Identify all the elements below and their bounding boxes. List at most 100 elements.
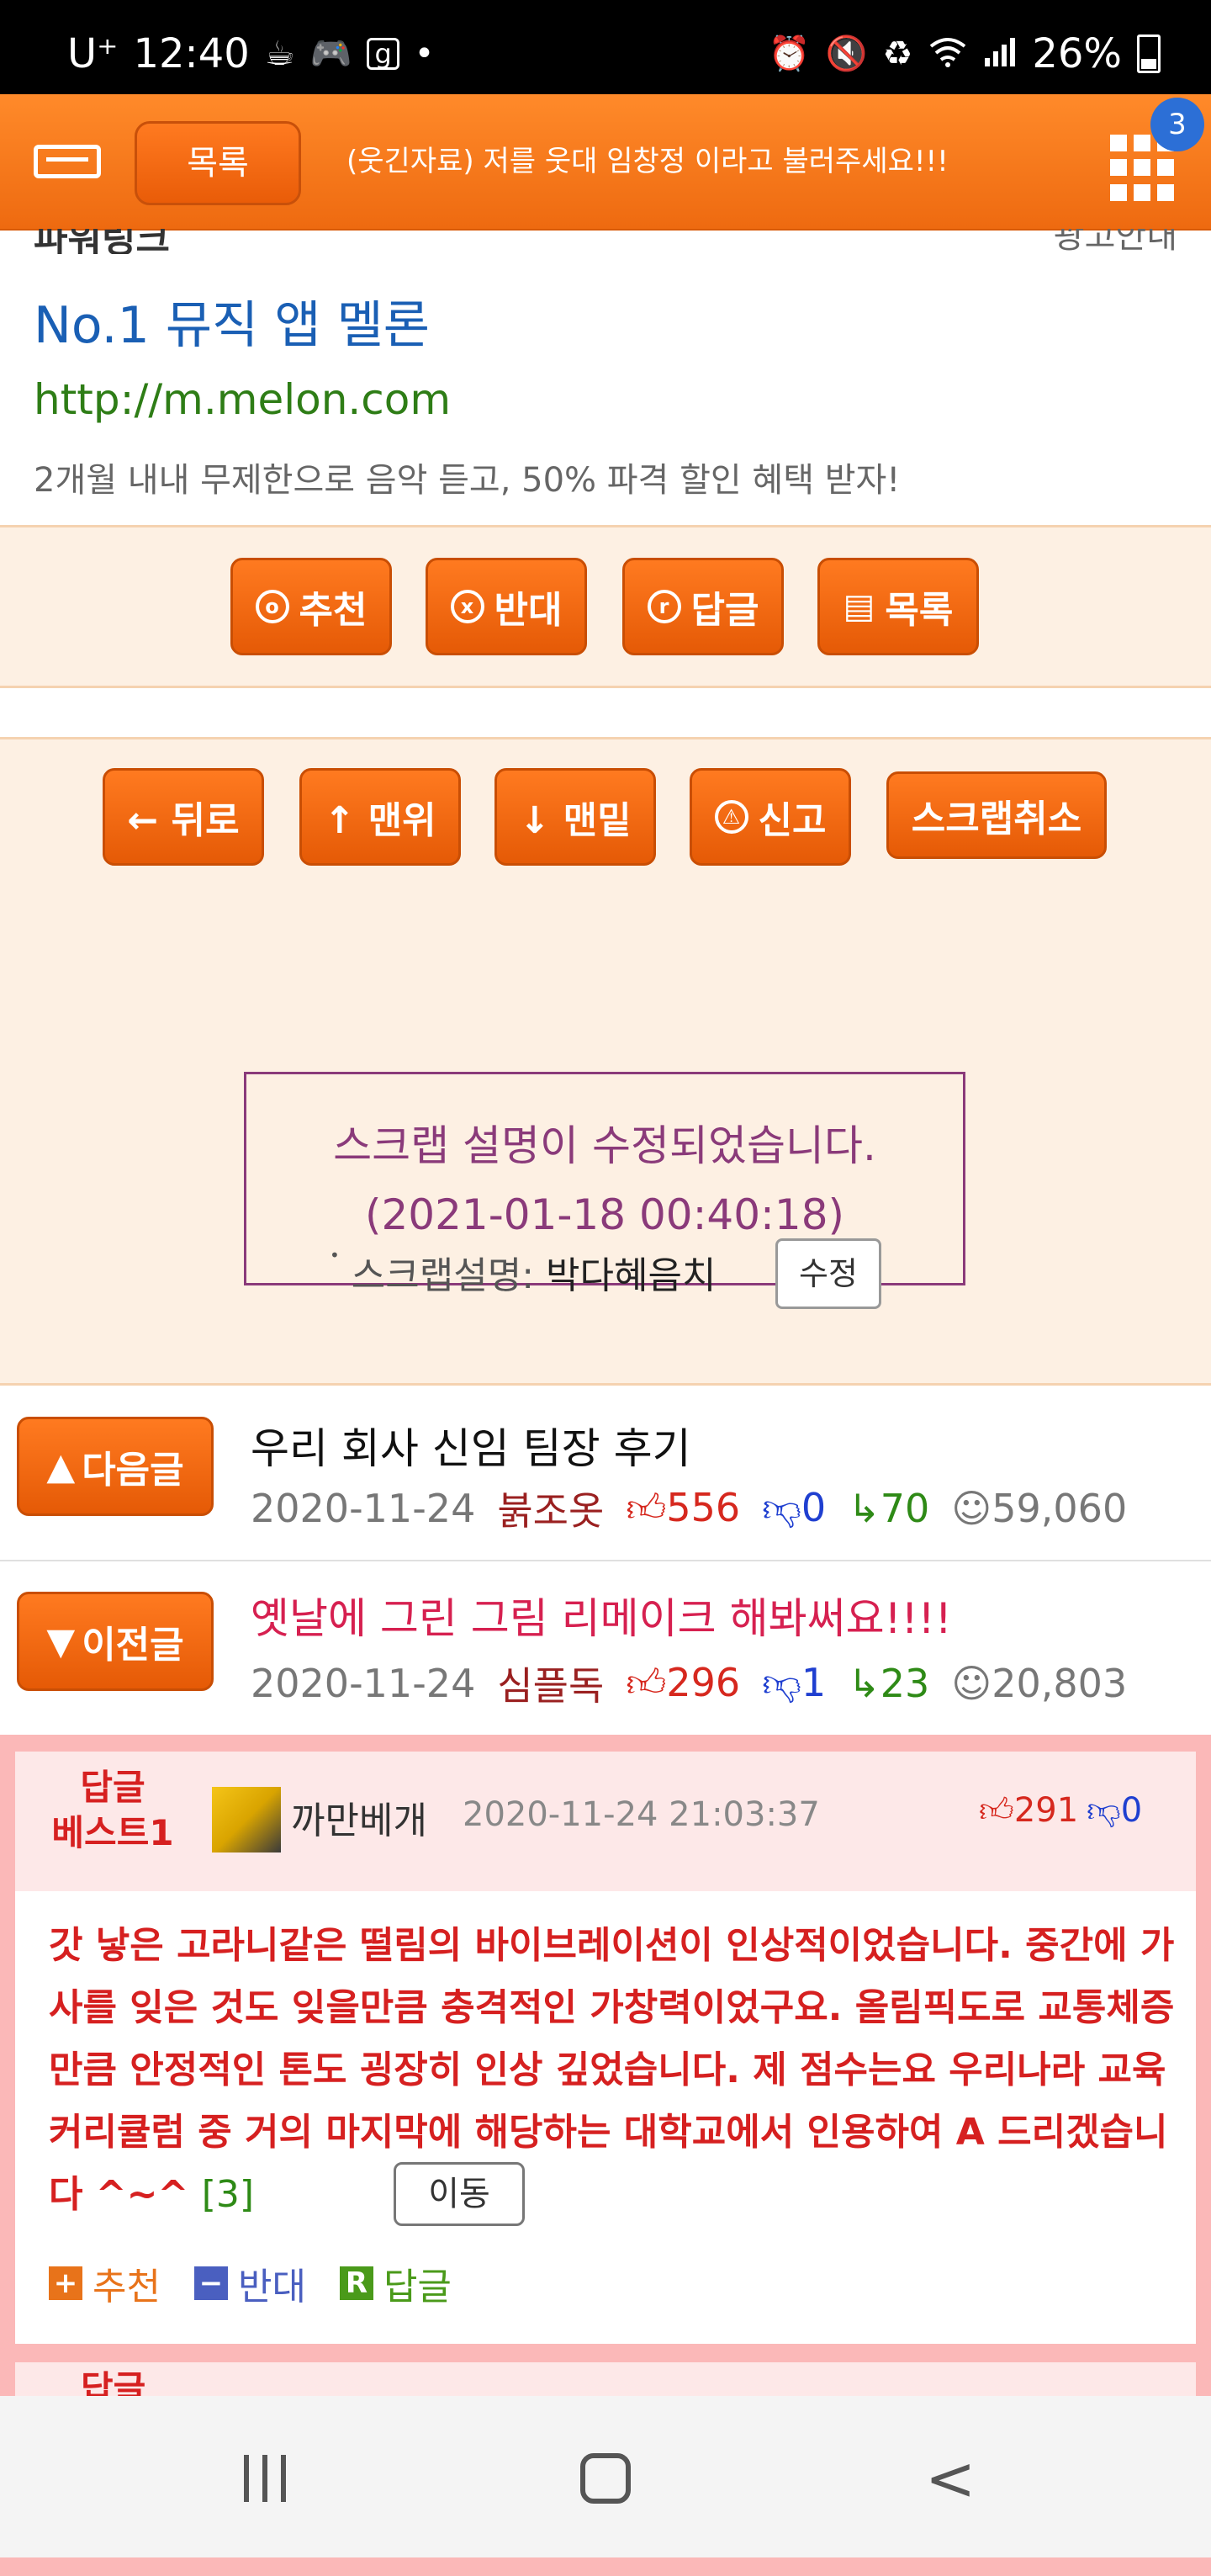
signal-icon bbox=[983, 34, 1017, 74]
best-reply-2-header bbox=[15, 2362, 1196, 2396]
report-label: 신고 bbox=[758, 799, 827, 842]
thumbs-up-icon: 👍︎ bbox=[626, 1660, 667, 1705]
best-reply-button[interactable]: R 답글 bbox=[339, 2256, 452, 2310]
thumbs-up-icon: 👍︎ bbox=[626, 1485, 667, 1530]
unscrap-button[interactable]: 스크랩취소 bbox=[886, 771, 1107, 859]
prev-post-up: 296 bbox=[666, 1660, 741, 1705]
g-app-icon: g bbox=[367, 38, 399, 70]
move-button[interactable]: 이동 bbox=[394, 2162, 525, 2226]
top-bar: 목록 (웃긴자료) 저를 웃대 임창정 이라고 불러주세요!!! bbox=[0, 94, 1211, 231]
scrap-section: 스크랩 설명이 수정되었습니다. (2021-01-18 00:40:18) bbox=[0, 922, 1211, 1386]
report-icon: ⚠ bbox=[714, 800, 748, 834]
prev-post-title[interactable]: 옛날에 그린 그림 리메이크 해봐써요!!!! bbox=[251, 1585, 952, 1646]
clock: 12:40 bbox=[133, 30, 250, 77]
recommend-button[interactable]: o 추천 bbox=[230, 558, 392, 655]
thumbs-up-icon: 👍︎ bbox=[979, 1791, 1014, 1830]
scrap-desc-label: 스크랩설명: bbox=[351, 1254, 535, 1297]
top-button[interactable]: ↑ 맨위 bbox=[299, 768, 461, 866]
battery-saver-icon: ♻ bbox=[882, 34, 913, 73]
dot-icon: • bbox=[414, 34, 435, 73]
scrap-message: 스크랩 설명이 수정되었습니다. bbox=[333, 1121, 876, 1170]
best-reply-count: [3] bbox=[201, 2173, 255, 2216]
thumbs-down-icon: 👎︎ bbox=[762, 1485, 801, 1530]
up-triangle-icon: ▲ bbox=[46, 1444, 76, 1488]
back-button[interactable]: ← 뒤로 bbox=[103, 768, 264, 866]
best-reply-votes: 👍︎291 👎︎0 bbox=[979, 1790, 1142, 1831]
prev-post-author[interactable]: 심플독 bbox=[497, 1656, 604, 1711]
best-recommend-label: 추천 bbox=[93, 2266, 161, 2308]
reply-icon: r bbox=[647, 590, 681, 623]
next-post-views: 59,060 bbox=[992, 1486, 1128, 1531]
next-post-title[interactable]: 우리 회사 신임 팀장 후기 bbox=[251, 1415, 691, 1476]
best-oppose-button[interactable]: − 반대 bbox=[193, 2256, 306, 2310]
view-icon: ☺ bbox=[951, 1486, 992, 1531]
edit-scrap-button[interactable]: 수정 bbox=[775, 1238, 881, 1309]
recent-apps-icon[interactable] bbox=[244, 2455, 294, 2502]
back-icon[interactable]: < bbox=[925, 2448, 976, 2509]
carrier-label: U⁺ bbox=[67, 30, 119, 77]
list-bottom-button[interactable]: ▤ 목록 bbox=[817, 558, 979, 655]
best-reply-down: 0 bbox=[1120, 1791, 1143, 1830]
prev-post-button[interactable]: ▼ 이전글 bbox=[17, 1592, 214, 1691]
ad-url-link[interactable]: http://m.melon.com bbox=[34, 375, 451, 424]
prev-post-label: 이전글 bbox=[82, 1624, 184, 1667]
post-title: (웃긴자료) 저를 웃대 임창정 이라고 불러주세요!!! bbox=[346, 145, 949, 178]
list-button[interactable]: 목록 bbox=[135, 121, 301, 205]
alarm-icon: ⏰ bbox=[768, 34, 811, 73]
best-reply-up: 291 bbox=[1013, 1791, 1079, 1830]
status-bar: U⁺ 12:40 ☕ 🎮 g • ⏰ 🔇 ♻ 26% bbox=[0, 0, 1211, 94]
oppose-button[interactable]: x 반대 bbox=[426, 558, 587, 655]
next-post-label: 다음글 bbox=[82, 1449, 184, 1492]
best-label-line1: 답글 bbox=[80, 1767, 145, 1808]
oppose-icon: x bbox=[450, 590, 484, 623]
best-reply-author[interactable]: 까만베개 bbox=[291, 1790, 427, 1844]
best-reply-label: 답글 베스트1 bbox=[37, 1765, 188, 1856]
scrap-description: • 스크랩설명: 박다혜음치 bbox=[330, 1245, 717, 1297]
prev-post-row[interactable]: ▼ 이전글 옛날에 그린 그림 리메이크 해봐써요!!!! 2020-11-24… bbox=[0, 1561, 1211, 1736]
down-triangle-icon: ▼ bbox=[46, 1619, 76, 1663]
reply-arrow-icon: ↳ bbox=[848, 1661, 880, 1706]
prev-post-replies: 23 bbox=[880, 1661, 930, 1706]
oppose-label: 반대 bbox=[494, 589, 563, 632]
next-post-author[interactable]: 붉조옷 bbox=[497, 1481, 604, 1536]
home-icon[interactable] bbox=[580, 2453, 631, 2504]
battery-percent: 26% bbox=[1032, 30, 1122, 77]
notification-badge: 3 bbox=[1150, 98, 1204, 151]
nav-action-panel: ← 뒤로 ↑ 맨위 ↓ 맨밑 ⚠ 신고 스크랩취소 bbox=[0, 737, 1211, 927]
next-post-down: 0 bbox=[801, 1485, 827, 1530]
prev-post-date: 2020-11-24 bbox=[251, 1661, 476, 1706]
plus-icon: + bbox=[49, 2266, 82, 2300]
avatar[interactable] bbox=[212, 1787, 281, 1852]
ad-info-link[interactable]: 광고안내 bbox=[1054, 229, 1177, 254]
r-icon: R bbox=[339, 2266, 373, 2300]
next-post-button[interactable]: ▲ 다음글 bbox=[17, 1417, 214, 1516]
recommend-label: 추천 bbox=[299, 589, 368, 632]
best-reply-label-text: 답글 bbox=[383, 2266, 452, 2308]
mute-icon: 🔇 bbox=[825, 34, 868, 73]
best-reply-actions: + 추천 − 반대 R 답글 bbox=[49, 2256, 452, 2310]
best-reply-text: 갓 낳은 고라니같은 떨림의 바이브레이션이 인상적이었습니다. 중간에 가사를… bbox=[49, 1915, 1184, 2226]
next-post-row[interactable]: ▲ 다음글 우리 회사 신임 팀장 후기 2020-11-24 붉조옷 👍︎55… bbox=[0, 1386, 1211, 1561]
report-button[interactable]: ⚠ 신고 bbox=[690, 768, 851, 866]
recommend-icon: o bbox=[255, 590, 289, 623]
reply-button[interactable]: r 답글 bbox=[622, 558, 784, 655]
prev-post-meta: 2020-11-24 심플독 👍︎296 👎︎1 ↳23 ☺20,803 bbox=[251, 1656, 1127, 1711]
best-reply-content: 갓 낳은 고라니같은 떨림의 바이브레이션이 인상적이었습니다. 중간에 가사를… bbox=[49, 1924, 1175, 2216]
best-label-line2: 베스트1 bbox=[51, 1812, 174, 1853]
next-post-replies: 70 bbox=[880, 1486, 930, 1531]
ad-description: 2개월 내내 무제한으로 음악 듣고, 50% 파격 할인 혜택 받자! bbox=[34, 461, 901, 500]
list-icon: ▤ bbox=[843, 587, 875, 626]
best-recommend-button[interactable]: + 추천 bbox=[49, 2256, 161, 2310]
next-post-date: 2020-11-24 bbox=[251, 1486, 476, 1531]
battery-icon bbox=[1137, 34, 1161, 73]
menu-icon[interactable] bbox=[34, 145, 101, 178]
best-oppose-label: 반대 bbox=[237, 2266, 306, 2308]
ad-title-link[interactable]: No.1 뮤직 앱 멜론 bbox=[34, 284, 430, 358]
next-post-up: 556 bbox=[666, 1485, 741, 1530]
ad-header: 파워링크 광고안내 bbox=[34, 229, 1177, 254]
minus-icon: − bbox=[193, 2266, 228, 2300]
scrap-desc-value: 박다혜음치 bbox=[546, 1254, 717, 1297]
wifi-icon bbox=[928, 34, 968, 74]
reply-label: 답글 bbox=[690, 589, 759, 632]
bottom-button[interactable]: ↓ 맨밑 bbox=[494, 768, 656, 866]
